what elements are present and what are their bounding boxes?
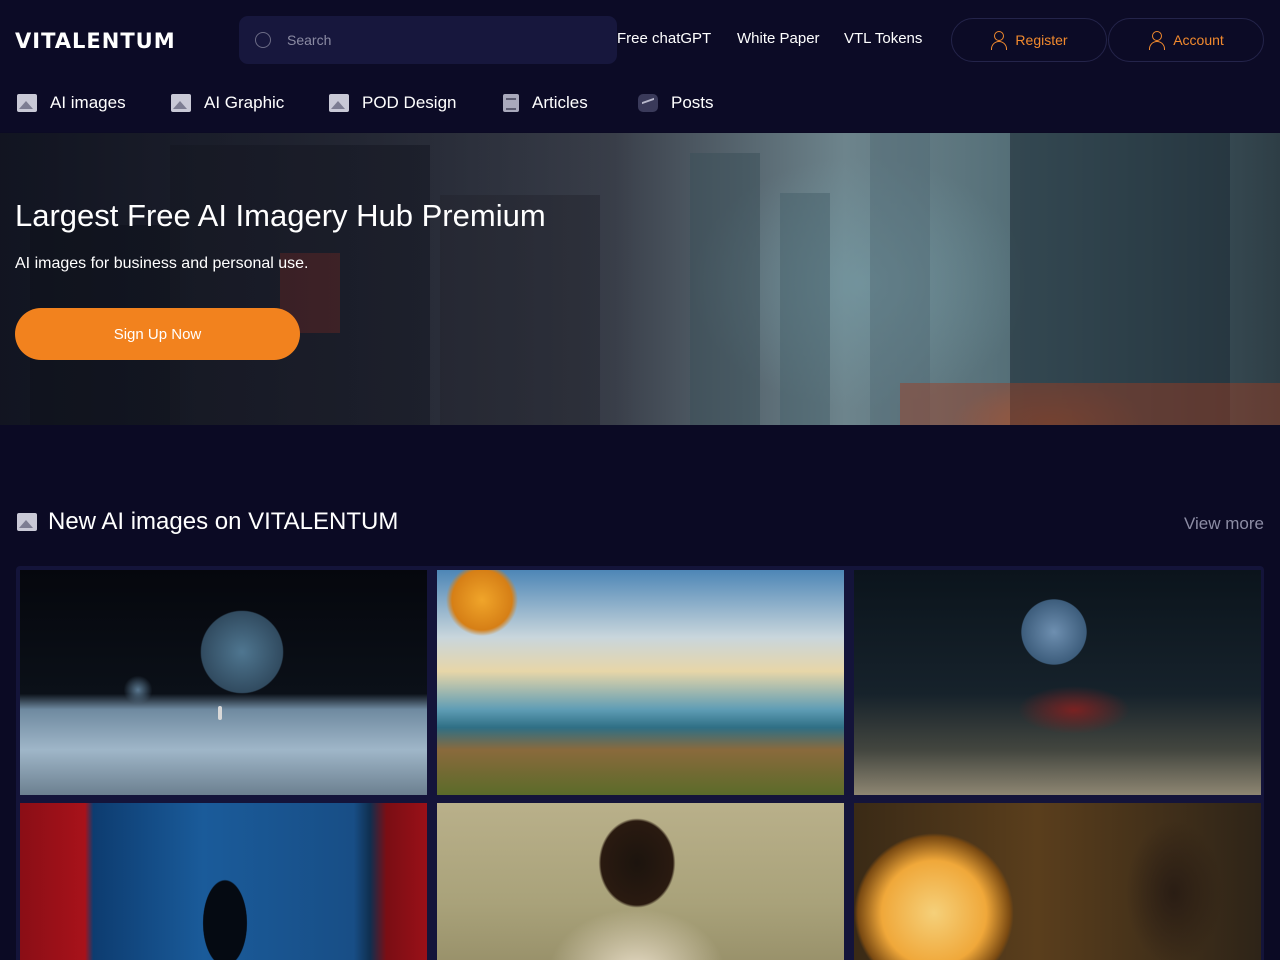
nav-articles[interactable]: Articles [503,93,588,113]
search-input[interactable] [287,32,587,48]
hero-banner: Largest Free AI Imagery Hub Premium AI i… [0,133,1280,425]
link-white-paper[interactable]: White Paper [737,30,820,47]
register-label: Register [1015,32,1068,48]
image-card[interactable] [854,803,1261,960]
nav-ai-images[interactable]: AI images [17,93,126,113]
account-label: Account [1173,32,1224,48]
image-icon [171,94,191,112]
image-card[interactable] [854,570,1261,795]
image-icon [17,94,37,112]
section-title: New AI images on VITALENTUM [48,508,399,535]
nav-label: POD Design [362,93,457,112]
user-icon [990,31,1008,50]
trend-icon [638,94,658,112]
hero-title: Largest Free AI Imagery Hub Premium [15,198,546,233]
image-card[interactable] [20,570,427,795]
section-header: New AI images on VITALENTUM [17,508,398,536]
nav-label: AI Graphic [204,93,285,112]
image-card[interactable] [437,803,844,960]
view-more-link[interactable]: View more [1184,514,1264,534]
site-logo[interactable]: VITALENTUM [15,29,176,53]
search-box[interactable] [239,16,617,64]
user-icon [1148,31,1166,50]
image-grid [16,566,1264,960]
nav-label: AI images [50,93,126,112]
nav-ai-graphic[interactable]: AI Graphic [171,93,284,113]
nav-label: Articles [532,93,588,112]
image-icon [329,94,349,112]
image-card[interactable] [20,803,427,960]
image-card[interactable] [437,570,844,795]
link-free-chatgpt[interactable]: Free chatGPT [617,30,711,47]
nav-posts[interactable]: Posts [638,93,714,113]
hero-subtitle: AI images for business and personal use. [15,255,309,272]
category-nav: AI images AI Graphic POD Design Articles… [0,80,1280,132]
top-bar: VITALENTUM Free chatGPT White Paper VTL … [0,0,1280,80]
account-button[interactable]: Account [1108,18,1264,62]
document-icon [503,94,519,112]
nav-pod-design[interactable]: POD Design [329,93,456,113]
sign-up-button[interactable]: Sign Up Now [15,308,300,360]
search-icon [255,32,271,48]
link-vtl-tokens[interactable]: VTL Tokens [844,30,922,47]
register-button[interactable]: Register [951,18,1107,62]
nav-label: Posts [671,93,714,112]
image-icon [17,513,37,531]
